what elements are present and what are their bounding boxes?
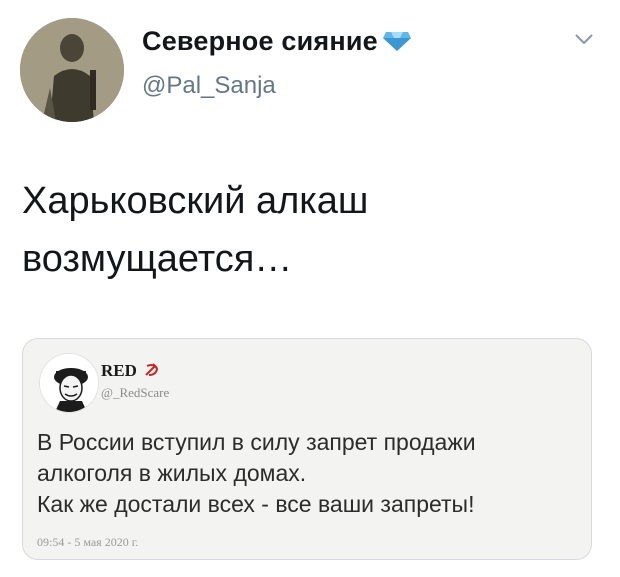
tweet-text: Харьковский алкаш возмущается… <box>22 172 582 288</box>
quoted-text-line: алкоголя в жилых домах. <box>37 460 307 486</box>
tweet-text-line: Харьковский алкаш <box>22 180 369 222</box>
quoted-author-name-text: RED <box>101 361 137 380</box>
mask-portrait-icon <box>40 354 98 412</box>
tweet-text-line: возмущается… <box>22 238 293 280</box>
diamond-icon <box>382 28 412 59</box>
quoted-text-line: В России вступил в силу запрет продажи <box>37 429 476 455</box>
avatar-photo <box>20 18 124 122</box>
quoted-author-avatar[interactable] <box>39 353 99 413</box>
quoted-tweet-timestamp[interactable]: 09:54 - 5 мая 2020 г. <box>37 535 138 550</box>
quoted-tweet-text: В России вступил в силу запрет продажи а… <box>37 427 587 520</box>
quoted-author-handle[interactable]: @_RedScare <box>101 385 169 401</box>
author-handle[interactable]: @Pal_Sanja <box>142 72 276 100</box>
quoted-text-line: Как же достали всех - все ваши запреты! <box>37 491 475 517</box>
hammer-sickle-icon <box>144 362 160 382</box>
quoted-author-name[interactable]: RED <box>101 361 160 382</box>
author-name[interactable]: Северное сияние <box>142 26 412 59</box>
quoted-tweet-card[interactable]: RED @_RedScare В России вступил в силу з… <box>22 338 592 560</box>
author-avatar[interactable] <box>20 18 124 122</box>
chevron-down-icon[interactable] <box>574 32 594 46</box>
author-name-text: Северное сияние <box>142 26 378 56</box>
